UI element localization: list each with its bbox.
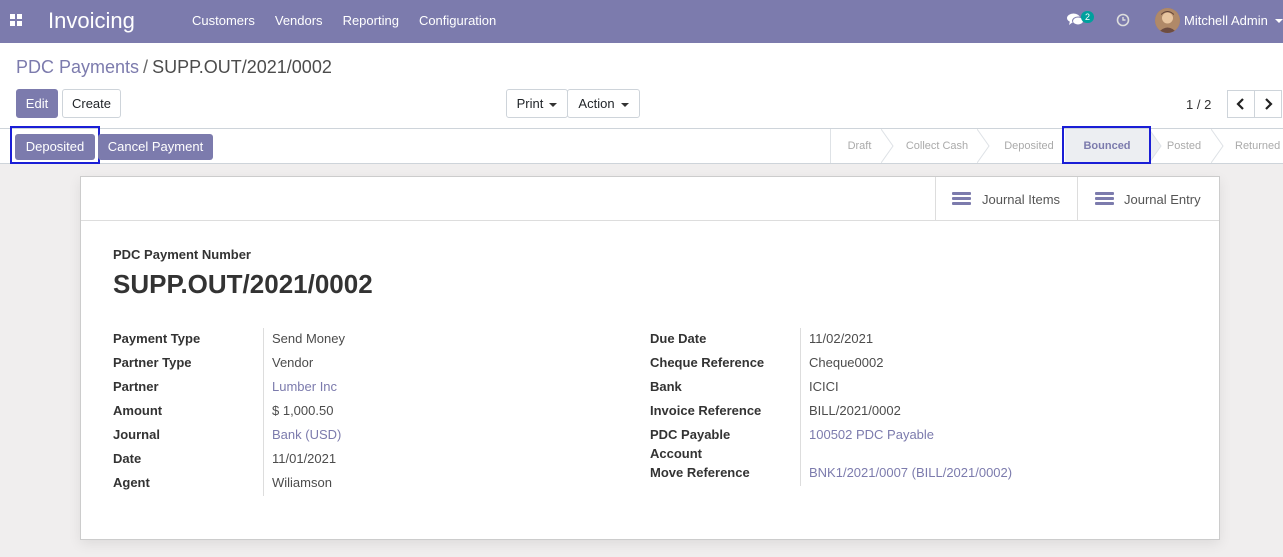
stage-returned[interactable]: Returned (1235, 129, 1283, 163)
main-menu: Customers Vendors Reporting Configuratio… (182, 0, 506, 43)
pdc-payable-account-link[interactable]: 100502 PDC Payable (809, 427, 934, 442)
apps-grid-icon[interactable] (10, 14, 22, 26)
stage-arrow-icon (1211, 129, 1224, 163)
record-title: SUPP.OUT/2021/0002 (113, 269, 373, 299)
app-title: Invoicing (48, 8, 135, 33)
record-title-label: PDC Payment Number (113, 247, 251, 262)
user-menu-caret-icon[interactable] (1275, 19, 1283, 23)
field-value: Wiliamson (272, 475, 332, 490)
field-label: Partner (113, 379, 159, 394)
chevron-left-icon (1236, 98, 1244, 110)
form-sheet: Journal Items Journal Entry PDC Payment … (80, 176, 1220, 540)
breadcrumb: PDC Payments / SUPP.OUT/2021/0002 (16, 57, 332, 78)
pager-value[interactable]: 1 / 2 (1186, 97, 1211, 112)
top-navbar: Invoicing Customers Vendors Reporting Co… (0, 0, 1283, 43)
stage-collect-cash[interactable]: Collect Cash (893, 129, 981, 163)
field-label: Move Reference (650, 465, 750, 480)
field-label: PDC Payable (650, 427, 731, 442)
create-button[interactable]: Create (62, 89, 121, 118)
control-panel: PDC Payments / SUPP.OUT/2021/0002 Edit Cre… (0, 43, 1283, 129)
field-label-line2: Account (650, 446, 702, 461)
pager-previous-button[interactable] (1227, 90, 1255, 118)
chevron-right-icon (1265, 98, 1273, 110)
journal-items-button[interactable]: Journal Items (935, 177, 1077, 221)
edit-button[interactable]: Edit (16, 89, 58, 118)
stage-draft[interactable]: Draft (831, 129, 888, 163)
user-avatar[interactable] (1155, 8, 1180, 33)
journal-items-label: Journal Items (982, 192, 1061, 207)
list-icon (952, 192, 971, 206)
smart-button-box: Journal Items Journal Entry (81, 177, 1219, 221)
stage-deposited[interactable]: Deposited (989, 129, 1069, 163)
field-value: Vendor (272, 355, 314, 370)
user-name[interactable]: Mitchell Admin (1184, 13, 1268, 28)
print-caret-icon (549, 102, 558, 107)
bounced-highlight-box (1062, 126, 1151, 164)
field-divider (263, 328, 264, 496)
cancel-payment-button[interactable]: Cancel Payment (98, 134, 213, 160)
journal-link[interactable]: Bank (USD) (272, 427, 341, 442)
breadcrumb-separator: / (143, 57, 149, 77)
field-label: Partner Type (113, 355, 192, 370)
menu-customers[interactable]: Customers (182, 0, 265, 43)
field-label: Due Date (650, 331, 707, 346)
field-divider (800, 328, 801, 486)
journal-entry-label: Journal Entry (1124, 192, 1201, 207)
partner-link[interactable]: Lumber Inc (272, 379, 337, 394)
field-label: Date (113, 451, 142, 466)
field-label: Journal (113, 427, 160, 442)
breadcrumb-parent-link[interactable]: PDC Payments (16, 57, 139, 77)
action-label: Action (578, 96, 615, 111)
field-value: 11/02/2021 (809, 331, 874, 346)
journal-entry-button[interactable]: Journal Entry (1077, 177, 1219, 221)
pager-next-button[interactable] (1254, 90, 1282, 118)
chat-count-badge: 2 (1081, 11, 1095, 23)
action-caret-icon (620, 102, 629, 107)
status-stages: Draft Collect Cash Deposited Bounced Pos… (830, 129, 1283, 163)
field-value: ICICI (809, 379, 839, 394)
field-label: Amount (113, 403, 163, 418)
stage-posted[interactable]: Posted (1153, 129, 1215, 163)
field-value: $ 1,000.50 (272, 403, 334, 418)
field-value: BILL/2021/0002 (809, 403, 901, 418)
menu-vendors[interactable]: Vendors (265, 0, 333, 43)
deposited-highlight-box (10, 126, 100, 164)
menu-reporting[interactable]: Reporting (333, 0, 409, 43)
list-icon (1095, 192, 1114, 206)
print-dropdown[interactable]: Print (506, 89, 568, 118)
activity-clock-icon[interactable] (1116, 13, 1130, 27)
field-label: Cheque Reference (650, 355, 765, 370)
move-reference-link[interactable]: BNK1/2021/0007 (BILL/2021/0002) (809, 465, 1012, 480)
field-value: Cheque0002 (809, 355, 884, 370)
status-bar: Deposited Cancel Payment Draft Collect C… (0, 126, 1283, 164)
field-label: Bank (650, 379, 682, 394)
field-label: Invoice Reference (650, 403, 762, 418)
breadcrumb-current: SUPP.OUT/2021/0002 (152, 57, 332, 77)
field-label: Agent (113, 475, 150, 490)
action-dropdown[interactable]: Action (567, 89, 640, 118)
right-field-group: Due Date 11/02/2021 Cheque Reference Che… (650, 328, 1190, 486)
field-value: Send Money (272, 331, 345, 346)
field-label: Payment Type (113, 331, 201, 346)
menu-configuration[interactable]: Configuration (409, 0, 506, 43)
left-field-group: Payment Type Send Money Partner Type Ven… (113, 328, 633, 496)
field-value: 11/01/2021 (272, 451, 337, 466)
print-label: Print (516, 96, 544, 111)
